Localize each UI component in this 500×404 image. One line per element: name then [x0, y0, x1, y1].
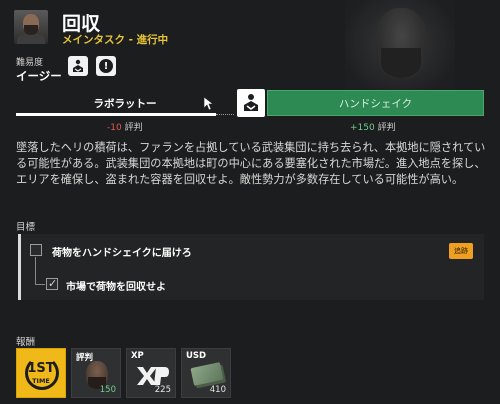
checkmark-icon: ✓ — [48, 277, 58, 290]
handshake-rep-value: +150 — [350, 123, 375, 133]
mission-description: 墜落したヘリの積荷は、ファランを占拠している武装集団に持ち去られ、本拠地に隠され… — [16, 141, 486, 186]
usd-reward: USD 410 — [181, 348, 231, 398]
usd-reward-value: 410 — [209, 385, 226, 395]
alert-icon: ! — [96, 56, 116, 76]
first-time-bottom-text: TIME — [32, 377, 50, 385]
handshake-faction-icon — [68, 56, 88, 76]
reputation-reward: 評判 150 — [71, 348, 121, 398]
avatar-body — [17, 34, 45, 44]
mission-status: メインタスク - 進行中 — [62, 34, 169, 46]
alert-mark: ! — [99, 59, 113, 73]
faction-choice-labrats-underline — [16, 113, 216, 116]
npc-beard — [381, 48, 421, 78]
usd-reward-label: USD — [186, 351, 207, 361]
xp-icon — [137, 367, 169, 385]
handshake-faction-icon — [237, 89, 265, 117]
first-time-top-text: 1ST — [27, 361, 55, 376]
xp-reward: XP 225 — [126, 348, 176, 398]
labrats-rep-label: 評判 — [124, 123, 143, 133]
choice-divider — [216, 114, 234, 115]
difficulty-label: 難易度 — [16, 58, 44, 68]
labrats-rep-value: -10 — [107, 123, 122, 133]
avatar-beard — [24, 25, 38, 35]
faction-choice-handshake[interactable]: ハンドシェイク — [267, 90, 484, 116]
objective-checkbox-1 — [30, 244, 42, 256]
objective-tree-branch — [35, 284, 45, 285]
reputation-reward-label: 評判 — [76, 353, 94, 363]
xp-reward-value: 225 — [154, 385, 171, 395]
track-objective-button[interactable]: 追跡 — [449, 243, 473, 259]
rewards-header: 報酬 — [16, 337, 36, 348]
objective-retrieve-package: 市場で荷物を回収せよ — [66, 282, 166, 293]
mouse-cursor-icon — [204, 97, 214, 111]
handshake-reputation: +150 評判 — [350, 120, 396, 133]
objective-checkbox-2: ✓ — [46, 277, 58, 290]
xp-reward-label: XP — [131, 351, 144, 361]
npc-portrait-background — [345, 0, 455, 95]
labrats-reputation: -10 評判 — [107, 120, 143, 133]
handshake-rep-label: 評判 — [377, 123, 396, 133]
objective-tree-line — [35, 257, 36, 284]
reputation-reward-value: 150 — [99, 385, 116, 395]
first-time-reward: 1ST TIME — [16, 348, 66, 398]
mission-giver-avatar — [14, 10, 48, 44]
objectives-header: 目標 — [16, 222, 36, 233]
objective-deliver-package: 荷物をハンドシェイクに届けろ — [52, 248, 192, 259]
cash-icon — [190, 362, 224, 386]
difficulty-value: イージー — [16, 69, 62, 83]
